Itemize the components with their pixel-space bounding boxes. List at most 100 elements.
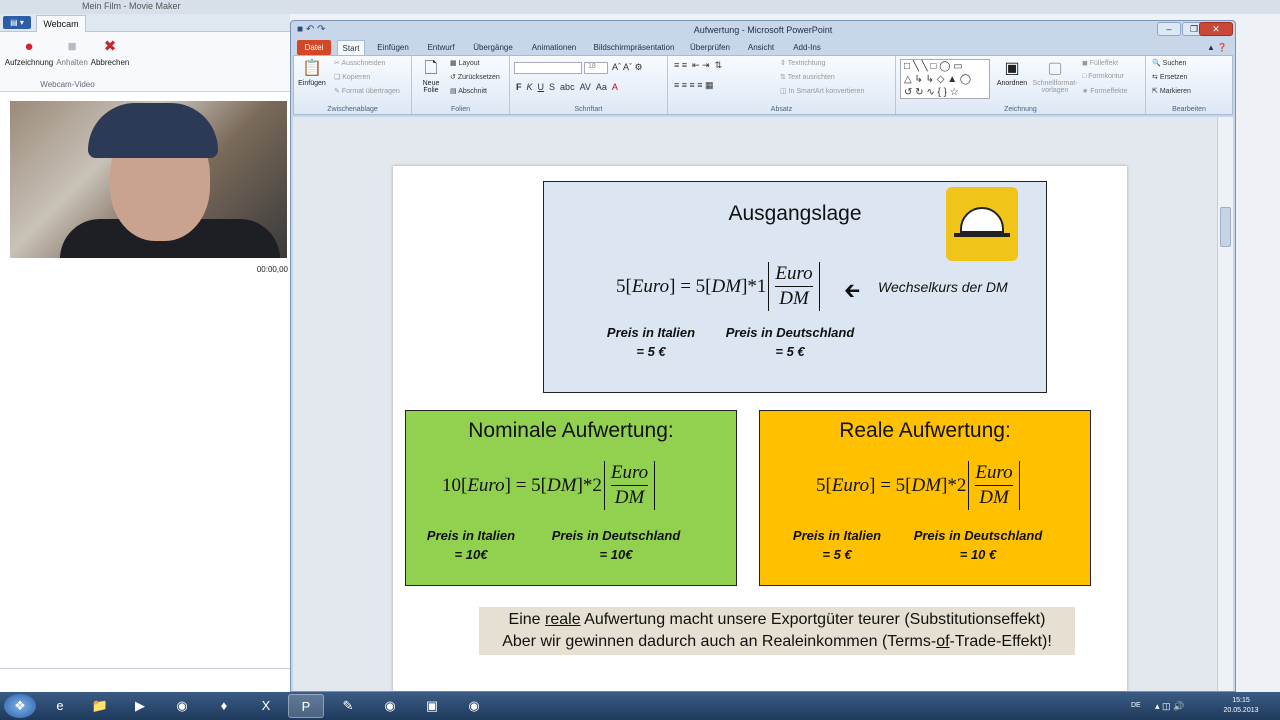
cut-button[interactable]: ✂ Ausschneiden xyxy=(334,59,385,67)
tab-animationen[interactable]: Animationen xyxy=(525,40,583,55)
layout-button[interactable]: ▦ Layout xyxy=(450,59,480,67)
font-format-buttons[interactable]: F K U S abc AV Aa A xyxy=(516,82,618,92)
price-italy-value: = 10€ xyxy=(454,547,488,562)
text-direction-button[interactable]: ⇕ Textrichtung xyxy=(780,59,825,67)
copy-label: Kopieren xyxy=(342,74,371,81)
scrollbar-thumb[interactable] xyxy=(1220,207,1231,247)
moviemaker-file-button[interactable]: ▤ ▾ xyxy=(3,16,31,29)
quick-styles-icon: ▢ xyxy=(1047,60,1063,77)
tab-einfuegen[interactable]: Einfügen xyxy=(371,40,415,55)
unit-euro: Euro xyxy=(467,474,505,496)
fill-button[interactable]: ◼ Fülleffekt xyxy=(1082,59,1118,67)
price-italy: Preis in Italien = 5 € xyxy=(596,323,706,361)
price-germany-value: = 10€ xyxy=(599,547,633,562)
tab-webcam[interactable]: Webcam xyxy=(36,15,86,32)
powerpoint-window: ■ ↶ ↷ Aufwertung - Microsoft PowerPoint … xyxy=(290,20,1236,692)
app3-icon[interactable]: ▣ xyxy=(414,694,450,718)
cancel-button[interactable]: ✖ Abbrechen xyxy=(83,36,137,67)
new-slide-icon: 🗋 xyxy=(424,60,438,77)
media-icon[interactable]: ▶ xyxy=(122,694,158,718)
language-indicator[interactable]: DE xyxy=(1131,702,1141,709)
price-italy-label: Preis in Italien xyxy=(792,528,882,543)
frac-den: DM xyxy=(614,487,645,508)
font-size-grow-icon[interactable]: Aˆ Aˇ ⚙ xyxy=(612,62,643,73)
outline-button[interactable]: □ Formkontur xyxy=(1082,73,1124,80)
editing-group-label: Bearbeiten xyxy=(1172,106,1206,113)
find-label: Suchen xyxy=(1162,60,1187,67)
align-buttons[interactable]: ≡ ≡ ≡ ≡ ▦ xyxy=(674,80,714,91)
outline-label: Formkontur xyxy=(1088,73,1124,80)
help-icon[interactable]: ▲ ❓ xyxy=(1205,40,1229,55)
taskbar: ❖ e 📁 ▶ ◉ ♦ X P ✎ ◉ ▣ ◉ DE ▴ ◫ 🔊 15:15 2… xyxy=(0,692,1280,720)
app4-icon[interactable]: ◉ xyxy=(456,694,492,718)
slide[interactable]: Ausgangslage 5[Euro] = 5[DM] *1 Euro DM 🡰 … xyxy=(393,166,1127,691)
app2-icon[interactable]: ◉ xyxy=(372,694,408,718)
select-button[interactable]: ⇱ Markieren xyxy=(1152,87,1191,95)
cut-label: Ausschneiden xyxy=(341,60,386,67)
shapes-gallery[interactable]: □ ╲ ╲ □ ◯ ▭ △ ↳ ↳ ◇ ▲ ◯ ↺ ↻ ∿ { } ☆ xyxy=(900,59,990,99)
drawing-group-label: Zeichnung xyxy=(1004,106,1037,113)
webcam-group-label: Webcam-Video xyxy=(40,80,95,89)
copy-button[interactable]: ❏ Kopieren xyxy=(334,73,370,81)
replace-button[interactable]: ⇆ Ersetzen xyxy=(1152,73,1187,81)
find-button[interactable]: 🔍 Suchen xyxy=(1152,59,1186,67)
explorer-icon[interactable]: 📁 xyxy=(82,694,118,718)
slides-group-label: Folien xyxy=(450,106,471,113)
list-buttons[interactable]: ≡ ≡ ⇤ ⇥ ⇅ xyxy=(674,60,722,71)
summary-l1a: Eine xyxy=(508,611,546,628)
firefox-icon[interactable]: ◉ xyxy=(164,694,200,718)
powerpoint-icon[interactable]: P xyxy=(288,694,324,718)
paragraph-group-label: Absatz xyxy=(770,106,793,113)
vertical-scrollbar[interactable] xyxy=(1217,117,1233,691)
system-tray: DE ▴ ◫ 🔊 15:15 20.05.2013 xyxy=(1125,694,1275,718)
price-germany-label: Preis in Deutschland xyxy=(725,325,855,340)
moviemaker-ribbon: ● Aufzeichnung ■ Anhalten ✖ Abbrechen Webca… xyxy=(0,32,290,92)
app-icon[interactable]: ✎ xyxy=(330,694,366,718)
close-button[interactable]: ✕ xyxy=(1199,22,1233,36)
font-size-input[interactable]: 18 xyxy=(584,62,608,74)
font-name-input[interactable] xyxy=(514,62,582,74)
editing-group: 🔍 Suchen ⇆ Ersetzen ⇱ Markieren Bearbeit… xyxy=(1146,56,1232,114)
tab-entwurf[interactable]: Entwurf xyxy=(421,40,461,55)
tab-ansicht[interactable]: Ansicht xyxy=(741,40,781,55)
tab-uebergaenge[interactable]: Übergänge xyxy=(467,40,519,55)
hat-brim xyxy=(954,233,1010,237)
format-painter-label: Format übertragen xyxy=(341,88,400,95)
section-label: Abschnitt xyxy=(458,88,487,95)
frac-num: Euro xyxy=(610,462,649,483)
tab-add-ins[interactable]: Add-Ins xyxy=(787,40,827,55)
text-direction-label: Textrichtung xyxy=(787,60,826,67)
acrobat-icon[interactable]: ♦ xyxy=(206,694,242,718)
start-orb[interactable]: ❖ xyxy=(4,694,36,718)
new-slide-button[interactable]: 🗋 Neue Folie xyxy=(416,58,446,94)
reset-button[interactable]: ↺ Zurücksetzen xyxy=(450,73,500,81)
equation-real: 5[Euro] = 5[DM] *2 Euro DM xyxy=(816,461,1022,510)
tab-ueberpruefen[interactable]: Überprüfen xyxy=(685,40,735,55)
align-text-button[interactable]: ⇅ Text ausrichten xyxy=(780,73,835,81)
minimize-button[interactable]: – xyxy=(1157,22,1181,36)
clock-date[interactable]: 20.05.2013 xyxy=(1215,707,1267,714)
summary-text: Eine reale Aufwertung macht unsere Expor… xyxy=(479,607,1075,655)
price-italy-value: = 5 € xyxy=(822,547,852,562)
tray-icons[interactable]: ▴ ◫ 🔊 xyxy=(1155,701,1184,712)
smartart-button[interactable]: ◫ In SmartArt konvertieren xyxy=(780,87,864,95)
slide-editing-area: Ausgangslage 5[Euro] = 5[DM] *1 Euro DM 🡰 … xyxy=(293,117,1217,691)
arrange-icon: ▣ xyxy=(1004,60,1020,77)
quick-styles-button[interactable]: ▢ Schnellformat-vorlagen xyxy=(1032,58,1078,94)
tab-datei[interactable]: Datei xyxy=(297,40,331,55)
paste-label: Einfügen xyxy=(298,80,326,87)
paste-button[interactable]: 📋 Einfügen xyxy=(296,58,328,87)
section-button[interactable]: ▤ Abschnitt xyxy=(450,87,487,95)
format-painter-button[interactable]: ✎ Format übertragen xyxy=(334,87,400,95)
tab-bildschirmpraesentation[interactable]: Bildschirmpräsentation xyxy=(589,40,679,55)
summary-l2c: -Trade-Effekt)! xyxy=(949,633,1052,650)
effects-button[interactable]: ★ Formeffekte xyxy=(1082,87,1127,95)
person-cap xyxy=(88,103,218,158)
excel-icon[interactable]: X xyxy=(248,694,284,718)
clock-time[interactable]: 15:15 xyxy=(1221,697,1261,704)
select-label: Markieren xyxy=(1159,88,1191,95)
arrange-button[interactable]: ▣ Anordnen xyxy=(994,58,1030,87)
tab-start[interactable]: Start xyxy=(337,40,365,55)
internet-explorer-icon[interactable]: e xyxy=(42,694,78,718)
clipboard-group-label: Zwischenablage xyxy=(327,106,378,113)
